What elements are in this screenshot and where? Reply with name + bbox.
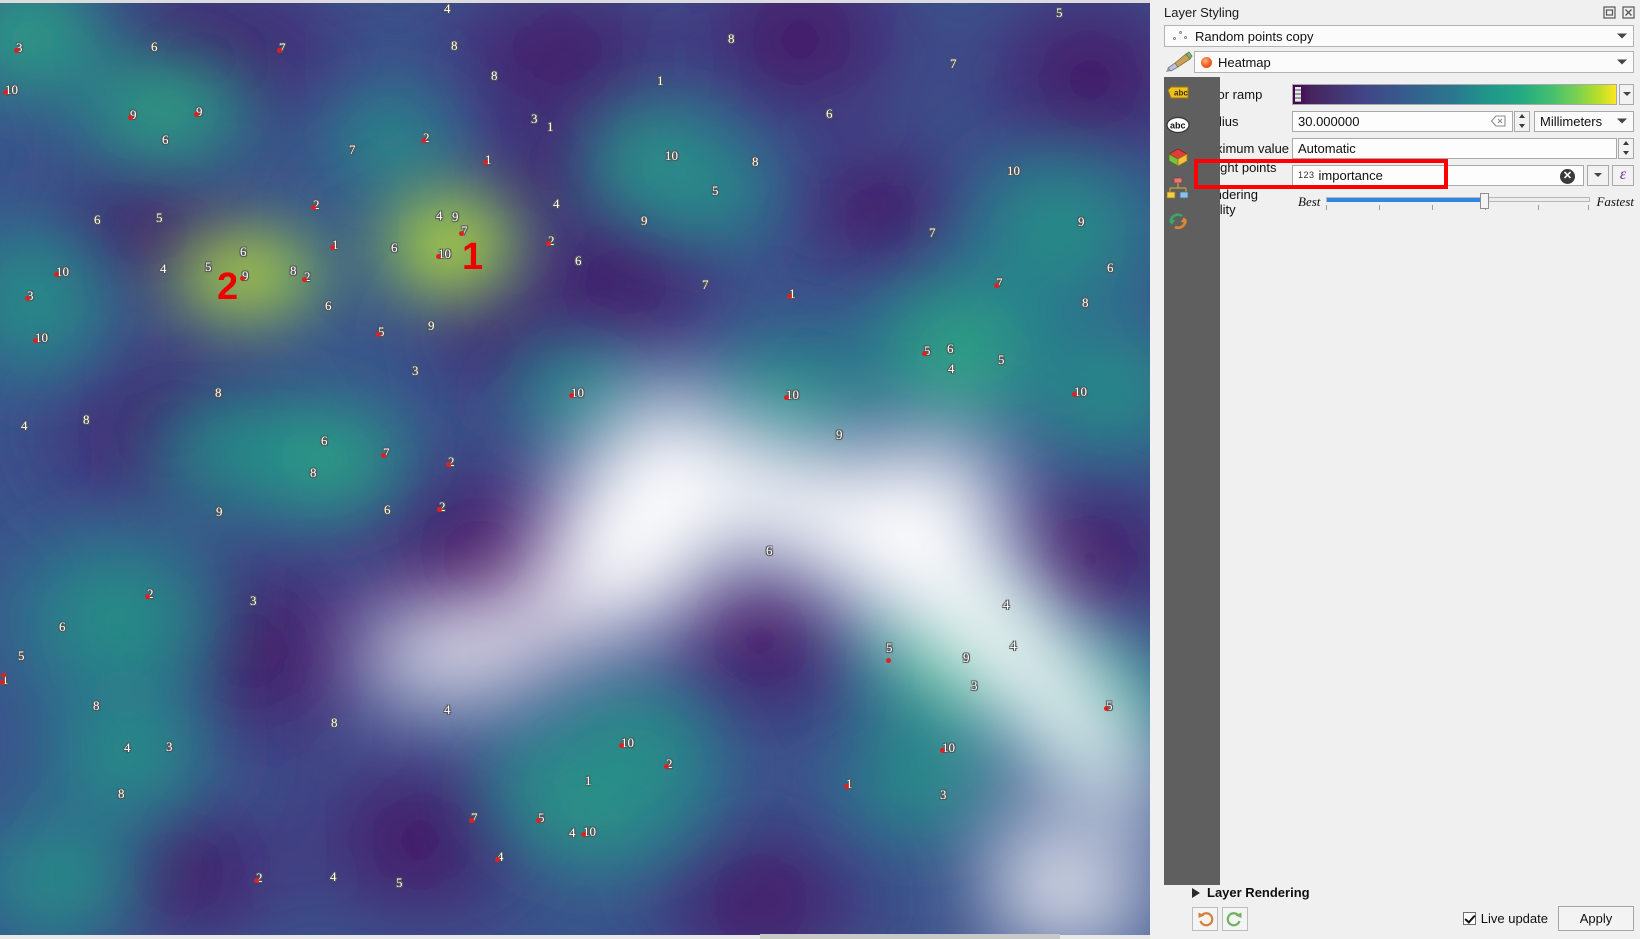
renderer-row: Heatmap — [1164, 51, 1634, 73]
single-labels-icon[interactable]: abc — [1166, 81, 1190, 105]
heatmap-raster — [0, 0, 1150, 939]
maximum-value-row: Maximum value Automatic — [1198, 135, 1634, 161]
weight-points-value: importance — [1318, 167, 1383, 183]
renderer-label: Heatmap — [1218, 54, 1271, 70]
point-layer-icon — [1171, 28, 1191, 44]
clear-radius-icon[interactable] — [1490, 115, 1506, 127]
maximum-value-input[interactable]: Automatic — [1292, 137, 1617, 159]
redo-button[interactable] — [1222, 906, 1248, 931]
epsilon-icon: ε — [1619, 166, 1627, 183]
expand-triangle-icon — [1192, 887, 1200, 898]
color-ramp-dropdown-button[interactable] — [1619, 83, 1634, 105]
layer-rendering-label: Layer Rendering — [1207, 885, 1310, 900]
color-ramp-preview[interactable] — [1292, 83, 1617, 105]
diagrams-icon[interactable] — [1166, 177, 1190, 201]
chevron-down-icon — [1617, 118, 1627, 124]
undo-icon — [1198, 911, 1214, 926]
paintbrush-icon — [1164, 51, 1194, 73]
ramp-grip-icon — [1295, 86, 1301, 102]
clear-x-icon: ✕ — [1560, 169, 1575, 184]
radius-input[interactable]: 30.000000 — [1292, 110, 1513, 132]
slider-fill — [1327, 198, 1481, 202]
chevron-down-icon — [1617, 59, 1627, 65]
heatmap-icon — [1201, 56, 1212, 68]
layer-rendering-section[interactable]: Layer Rendering — [1192, 885, 1634, 900]
slider-ticks — [1326, 205, 1590, 211]
maximum-value-text: Automatic — [1298, 140, 1356, 156]
color-ramp-row: Color ramp — [1198, 81, 1634, 107]
panel-body: abc abc Color ramp 30.000000 Millimeters… — [1164, 77, 1634, 885]
clear-weight-icon[interactable]: ✕ — [1560, 169, 1575, 184]
panel-bottom: Layer Rendering Live update Apply — [1158, 885, 1640, 939]
map-top-border — [0, 0, 1150, 3]
close-icon[interactable] — [1620, 4, 1636, 20]
weight-points-field-combo[interactable]: 123 importance ✕ — [1292, 164, 1584, 186]
radius-stepper[interactable] — [1514, 110, 1530, 132]
redo-icon — [1226, 911, 1242, 926]
layer-selector-combo[interactable]: Random points copy — [1164, 25, 1634, 47]
map-canvas[interactable]: 3 6 7 4 8 8 7 5 10 8 1 9 9 3 1 6 6 2 7 10 8 10 1 5 2 4 9 9 6 5 4 9 7 7 1 6 1… — [0, 0, 1150, 939]
radius-units-value: Millimeters — [1540, 113, 1603, 129]
masks-abc-icon[interactable]: abc — [1166, 113, 1190, 137]
numeric-field-icon: 123 — [1298, 170, 1315, 180]
rendering-quality-row: Rendering quality Best Fastest — [1198, 187, 1634, 217]
expression-editor-button[interactable]: ε — [1612, 164, 1634, 186]
radius-row: Radius 30.000000 — [1198, 108, 1634, 134]
panel-title: Layer Styling — [1164, 4, 1240, 20]
slider-thumb[interactable] — [1479, 193, 1489, 209]
panel-titlebar: Layer Styling — [1158, 0, 1640, 24]
undo-button[interactable] — [1192, 906, 1218, 931]
quality-best-label: Best — [1298, 194, 1321, 209]
styling-tabs-rail: abc abc — [1164, 77, 1192, 885]
map-horizontal-scrollbar[interactable] — [760, 934, 1060, 939]
radius-value: 30.000000 — [1298, 113, 1360, 129]
radius-units-combo[interactable]: Millimeters — [1534, 110, 1634, 132]
live-update-checkbox[interactable]: Live update — [1462, 911, 1548, 926]
rendering-quality-slider[interactable] — [1326, 193, 1591, 211]
renderer-type-combo[interactable]: Heatmap — [1194, 51, 1634, 73]
weight-points-row: Weight points by 123 importance ✕ — [1194, 159, 1634, 190]
maximum-value-stepper[interactable] — [1618, 137, 1634, 159]
checkbox-checked-icon — [1462, 912, 1476, 925]
svg-text:abc: abc — [1170, 121, 1186, 131]
history-icon[interactable] — [1166, 209, 1190, 233]
layer-name-label: Random points copy — [1195, 28, 1314, 44]
live-update-label: Live update — [1480, 911, 1548, 926]
dock-icon[interactable] — [1601, 4, 1617, 20]
heatmap-form: Color ramp Radius 30.000000 — [1192, 77, 1634, 885]
panel-action-bar: Live update Apply — [1192, 906, 1634, 931]
quality-fastest-label: Fastest — [1596, 194, 1634, 209]
chevron-down-icon — [1617, 33, 1627, 39]
panel-gap — [1150, 0, 1158, 939]
rail-background-filler — [1192, 77, 1220, 885]
3d-view-icon[interactable] — [1166, 145, 1190, 169]
svg-text:abc: abc — [1174, 89, 1188, 98]
layer-styling-panel: Layer Styling Random points copy Heatmap… — [1158, 0, 1640, 939]
apply-button[interactable]: Apply — [1558, 906, 1634, 931]
weight-points-dropdown-button[interactable] — [1587, 164, 1609, 186]
